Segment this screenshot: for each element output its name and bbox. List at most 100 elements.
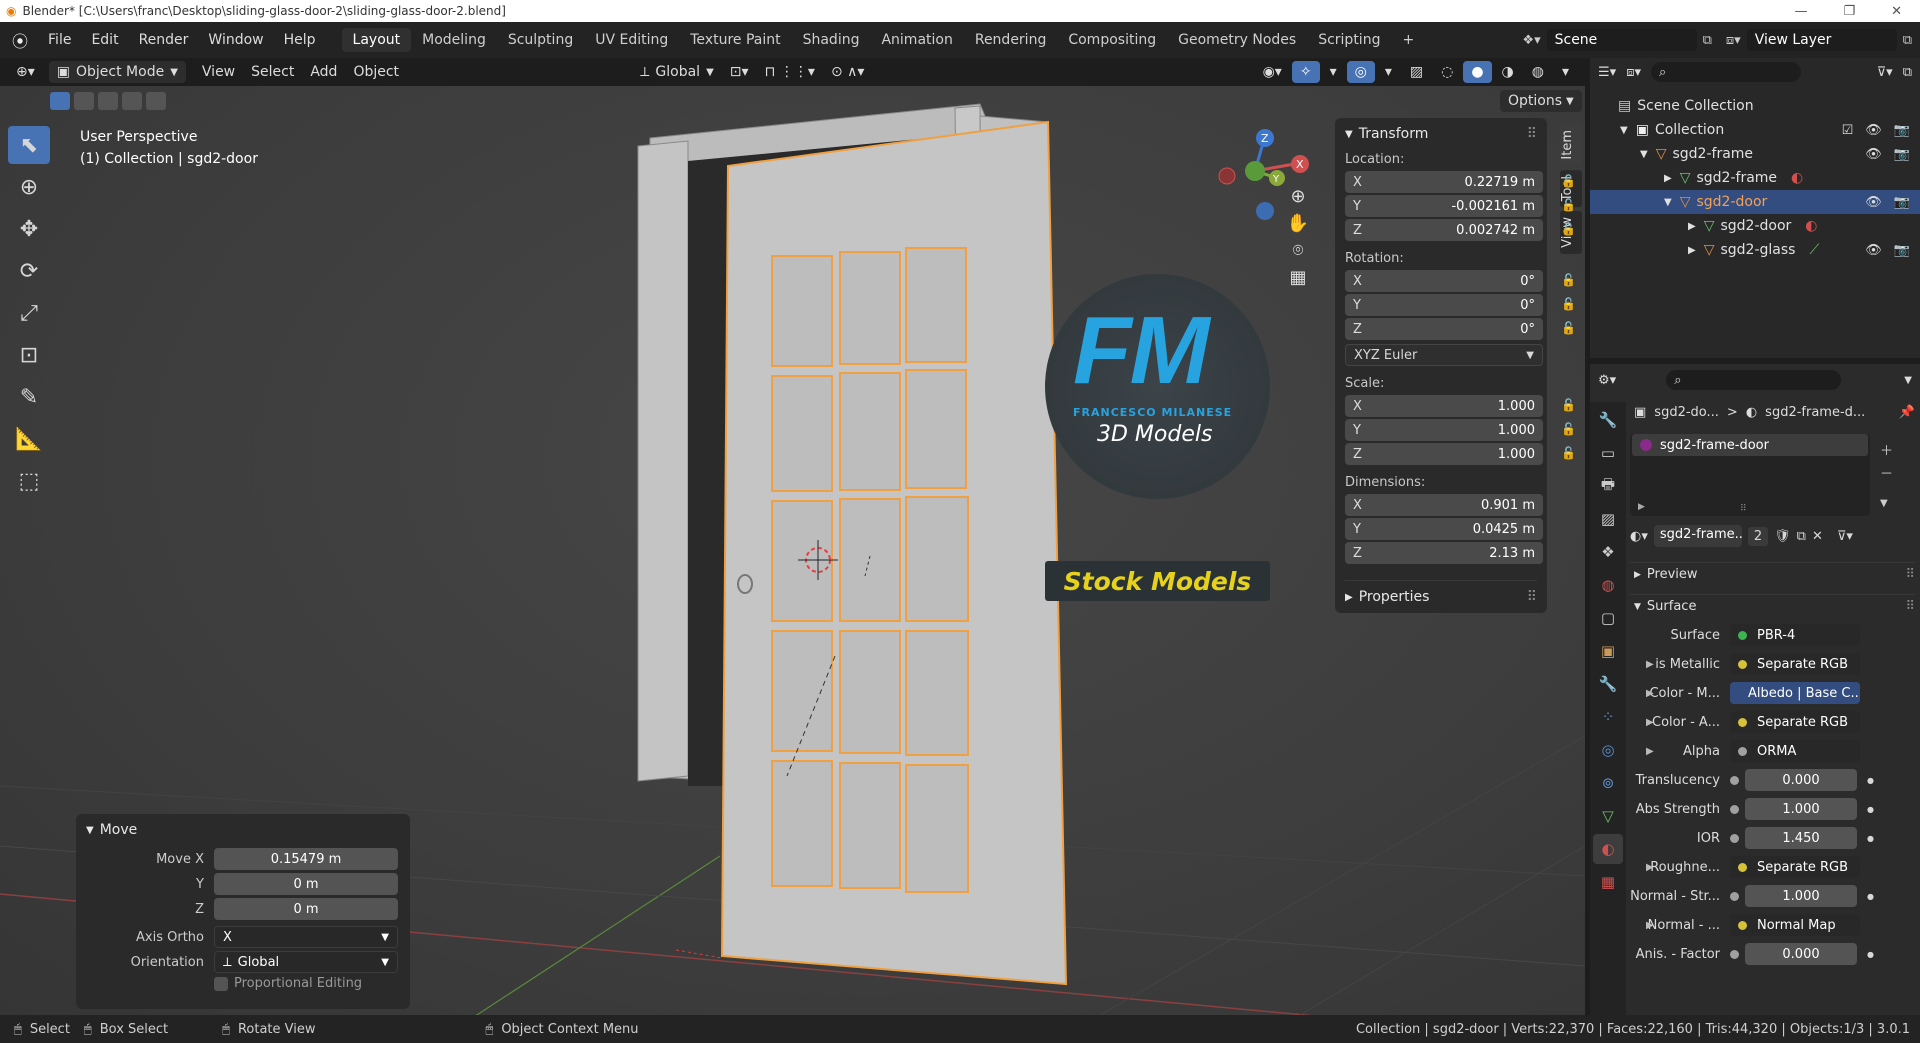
collection-tab-icon[interactable]: ▢ <box>1593 603 1623 633</box>
scale-z-field[interactable]: Z 1.000 🔓 <box>1345 443 1576 465</box>
pin-icon[interactable]: 📌 <box>1899 405 1915 420</box>
maximize-button[interactable]: ❐ <box>1843 4 1855 19</box>
lock-icon[interactable]: 🔓 <box>1561 422 1576 436</box>
add-slot-button[interactable]: ＋ <box>1880 440 1893 459</box>
lock-icon[interactable]: 🔓 <box>1561 198 1576 212</box>
camera-icon[interactable]: ⌾ <box>1293 240 1304 261</box>
socket-link-field[interactable]: Normal Map <box>1730 914 1860 936</box>
keyframe-dot-icon[interactable]: ● <box>1867 892 1874 901</box>
gizmo-dropdown-icon[interactable]: ▾ <box>1322 61 1345 83</box>
material-name-field[interactable]: sgd2-frame... <box>1653 525 1742 547</box>
pan-hand-icon[interactable]: ✋ <box>1287 213 1309 234</box>
zoom-icon[interactable]: ⊕ <box>1290 186 1305 207</box>
expand-arrow-icon[interactable]: ▶ <box>1638 502 1645 512</box>
axis-ortho-select[interactable]: X ▼ <box>214 926 398 948</box>
location-y-field[interactable]: Y -0.002161 m 🔓 <box>1345 195 1576 217</box>
remove-slot-button[interactable]: － <box>1880 463 1893 482</box>
overlays-toggle-icon[interactable]: ◎ <box>1346 61 1375 83</box>
select-extend-icon[interactable] <box>74 92 94 110</box>
camera-icon[interactable]: 📷 <box>1894 147 1910 162</box>
eye-icon[interactable]: 👁 <box>1865 123 1882 138</box>
unlink-icon[interactable]: ✕ <box>1812 529 1823 544</box>
rotation-mode-select[interactable]: XYZ Euler ▼ <box>1345 344 1543 366</box>
menu-edit[interactable]: Edit <box>81 32 128 48</box>
output-tab-icon[interactable]: 🖶 <box>1593 471 1623 501</box>
view-layer-selector[interactable]: View Layer <box>1746 29 1897 51</box>
camera-icon[interactable]: 📷 <box>1894 195 1910 210</box>
outliner-row-sgd2-frame[interactable]: ▼ ▽ sgd2-frame 👁 📷 <box>1590 142 1920 166</box>
select-new-icon[interactable] <box>50 92 70 110</box>
keyframe-dot-icon[interactable]: ● <box>1867 834 1874 843</box>
keyframe-dot-icon[interactable]: ● <box>1867 776 1874 785</box>
expand-arrow-icon[interactable]: ▼ <box>1640 149 1648 160</box>
scene-tab-icon[interactable]: ❖ <box>1593 537 1623 567</box>
eye-icon[interactable]: 👁 <box>1865 195 1882 210</box>
view-layer-tab-icon[interactable]: ▨ <box>1593 504 1623 534</box>
workspace-tab-modeling[interactable]: Modeling <box>411 28 497 52</box>
scale-tool-icon[interactable]: ⤢ <box>8 294 50 332</box>
camera-icon[interactable]: 📷 <box>1894 123 1910 138</box>
rotate-tool-icon[interactable]: ⟳ <box>8 252 50 290</box>
outliner-row-sgd2-frame-mesh[interactable]: ▶ ▽ sgd2-frame ◐ <box>1590 166 1920 190</box>
chevron-down-icon[interactable]: ▼ <box>1904 375 1912 386</box>
expand-arrow-icon[interactable]: ▶ <box>1664 173 1672 184</box>
shading-dropdown-icon[interactable]: ▾ <box>1554 61 1577 83</box>
outliner-row-sgd2-door-mesh[interactable]: ▶ ▽ sgd2-door ◐ <box>1590 214 1920 238</box>
perspective-grid-icon[interactable]: ▦ <box>1289 267 1306 288</box>
lock-icon[interactable]: 🔓 <box>1561 398 1576 412</box>
location-z-field[interactable]: Z 0.002742 m 🔓 <box>1345 219 1576 241</box>
ior-field[interactable]: 1.450 <box>1745 827 1857 849</box>
keyframe-dot-icon[interactable]: ● <box>1867 805 1874 814</box>
move-z-field[interactable]: 0 m <box>214 898 398 920</box>
surface-panel-header[interactable]: ▼ Surface ⠿ <box>1630 594 1915 618</box>
surface-shader-field[interactable]: PBR-4 <box>1730 624 1860 646</box>
drag-handle-icon[interactable]: ⠿ <box>1905 567 1915 582</box>
menu-object[interactable]: Object <box>345 61 407 83</box>
editor-type-icon[interactable]: ⊕▾ <box>8 61 43 83</box>
lock-icon[interactable]: 🔓 <box>1561 297 1576 311</box>
translucency-field[interactable]: 0.000 <box>1745 769 1857 791</box>
menu-help[interactable]: Help <box>274 32 326 48</box>
new-view-layer-icon[interactable]: ⧉ <box>1903 33 1912 48</box>
expand-arrow-icon[interactable]: ▶ <box>1646 688 1654 699</box>
minimize-button[interactable]: — <box>1794 4 1807 19</box>
drag-handle-icon[interactable]: ⠿ <box>1527 126 1537 142</box>
workspace-tab-scripting[interactable]: Scripting <box>1307 28 1391 52</box>
expand-arrow-icon[interactable]: ▶ <box>1646 659 1654 670</box>
outliner-row-scene-collection[interactable]: ▤ Scene Collection <box>1590 94 1920 118</box>
editor-type-icon[interactable]: ⚙▾ <box>1598 373 1616 388</box>
menu-select[interactable]: Select <box>243 61 302 83</box>
expand-arrow-icon[interactable]: ▼ <box>1620 125 1628 136</box>
display-mode-icon[interactable]: ⧈▾ <box>1626 65 1641 80</box>
abs-strength-field[interactable]: 1.000 <box>1745 798 1857 820</box>
expand-arrow-icon[interactable]: ▶ <box>1646 717 1654 728</box>
socket-link-field[interactable]: ORMA <box>1730 740 1860 762</box>
menu-window[interactable]: Window <box>198 32 273 48</box>
slot-menu-icon[interactable]: ▼ <box>1880 498 1893 509</box>
workspace-tab-uv-editing[interactable]: UV Editing <box>584 28 679 52</box>
lock-icon[interactable]: 🔓 <box>1561 174 1576 188</box>
object-tab-icon[interactable]: ▣ <box>1593 636 1623 666</box>
socket-link-field[interactable]: Albedo | Base C... <box>1730 682 1860 704</box>
select-invert-icon[interactable] <box>122 92 142 110</box>
material-tab-icon[interactable]: ◐ <box>1593 834 1623 864</box>
rotation-x-field[interactable]: X 0° 🔓 <box>1345 270 1576 292</box>
outliner-row-collection[interactable]: ▼ ▣ Collection ☑ 👁 📷 <box>1590 118 1920 142</box>
transform-header[interactable]: ▼ Transform ⠿ <box>1345 126 1537 142</box>
mode-selector[interactable]: ▣ Object Mode ▼ <box>48 61 186 83</box>
material-shading-icon[interactable]: ◑ <box>1494 61 1522 83</box>
drag-handle-icon[interactable]: ⠿ <box>1527 589 1537 605</box>
data-tab-icon[interactable]: ▽ <box>1593 801 1623 831</box>
snap-icon[interactable]: ⊓ ⋮⋮▾ <box>757 61 823 83</box>
expand-arrow-icon[interactable]: ▼ <box>1664 197 1672 208</box>
workspace-tab-shading[interactable]: Shading <box>792 28 871 52</box>
constraints-tab-icon[interactable]: ⊚ <box>1593 768 1623 798</box>
eye-icon[interactable]: 👁 <box>1865 243 1882 258</box>
move-x-field[interactable]: 0.15479 m <box>214 848 398 870</box>
new-scene-icon[interactable]: ⧉ <box>1703 33 1712 48</box>
menu-file[interactable]: File <box>38 32 81 48</box>
filter-icon[interactable]: ⊽▾ <box>1877 65 1893 80</box>
workspace-tab-layout[interactable]: Layout <box>341 28 412 52</box>
rendered-shading-icon[interactable]: ◍ <box>1524 61 1552 83</box>
proportional-editing-icon[interactable]: ⊙ ∧▾ <box>823 61 872 83</box>
